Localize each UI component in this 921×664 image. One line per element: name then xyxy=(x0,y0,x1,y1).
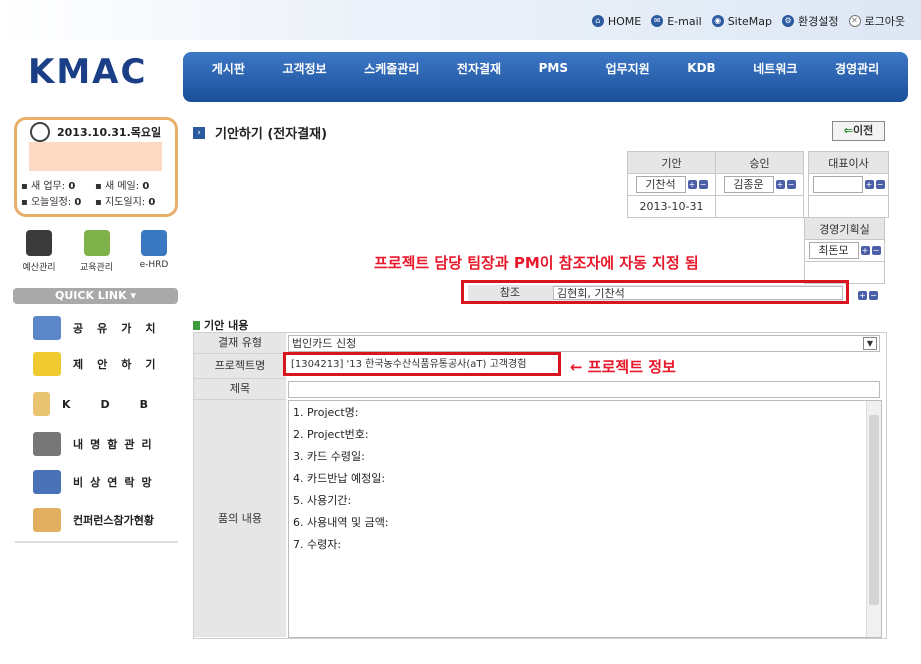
phone-icon xyxy=(33,470,61,494)
nav-support[interactable]: 업무지원 xyxy=(606,60,650,77)
page-title: 기안하기 (전자결재) xyxy=(215,127,328,142)
stat-guidance-log[interactable]: ▪ 지도일지: 0 xyxy=(95,193,155,208)
add-icon[interactable]: + xyxy=(858,290,867,300)
body-label: 품의 내용 xyxy=(194,400,286,637)
title-label: 제목 xyxy=(194,379,286,400)
reference-buttons: + − xyxy=(856,288,878,301)
logout-link[interactable]: ✕ 로그아웃 xyxy=(848,13,905,29)
add-icon[interactable]: + xyxy=(860,246,870,255)
notice-area xyxy=(29,142,162,171)
arrow-right-icon: › xyxy=(193,126,205,139)
menu-emergency-contact[interactable]: 비상연락망 xyxy=(15,464,178,500)
stat-today-schedule[interactable]: ▪ 오늘일정: 0 xyxy=(21,193,81,208)
stat-new-task[interactable]: ▪ 새 업무: 0 xyxy=(21,177,75,192)
menu-business-card[interactable]: 내명함관리 xyxy=(15,426,178,462)
add-icon[interactable]: + xyxy=(687,180,697,189)
conference-icon xyxy=(33,508,61,532)
page-header: › 기안하기 (전자결재) xyxy=(193,123,327,142)
quick-link-menu: 공유가치 제안하기 KDB 내명함관리 비상연락망 컨퍼런스참가현황 xyxy=(15,306,178,543)
title-input[interactable] xyxy=(288,381,880,398)
settings-icon: ⚙ xyxy=(782,15,795,27)
stat-new-mail[interactable]: ▪ 새 메일: 0 xyxy=(95,177,149,192)
add-icon[interactable]: + xyxy=(775,180,785,189)
remove-icon[interactable]: − xyxy=(786,180,796,189)
textarea-scrollbar[interactable] xyxy=(866,401,881,637)
sitemap-link[interactable]: ◉ SiteMap xyxy=(711,13,772,29)
nav-management[interactable]: 경영관리 xyxy=(835,60,879,77)
remove-icon[interactable]: − xyxy=(698,180,708,189)
nav-schedule[interactable]: 스케줄관리 xyxy=(364,60,419,77)
logout-icon: ✕ xyxy=(848,15,861,27)
ehrd-shortcut[interactable]: e-HRD xyxy=(129,230,179,273)
nav-kdb[interactable]: KDB xyxy=(687,61,715,75)
reference-highlight-box xyxy=(461,280,849,304)
header-drafter: 기안 xyxy=(627,151,716,174)
project-label: 프로젝트명 xyxy=(194,354,286,379)
scrollbar-thumb[interactable] xyxy=(869,415,879,605)
current-date: 2013.10.31.목요일 xyxy=(57,126,162,139)
education-icon xyxy=(83,230,110,256)
date-summary-box: 2013.10.31.목요일 ▪ 새 업무: 0 ▪ 새 메일: 0 ▪ 오늘일… xyxy=(14,117,178,217)
share-icon xyxy=(33,316,61,340)
home-link[interactable]: ⌂ HOME xyxy=(591,13,641,29)
nav-approval[interactable]: 전자결재 xyxy=(457,60,501,77)
drafter-cell: 기찬석 + − xyxy=(627,173,716,196)
sitemap-icon: ◉ xyxy=(711,15,724,27)
ceo-cell: + − xyxy=(808,173,889,196)
menu-kdb[interactable]: KDB xyxy=(15,386,178,422)
folder-icon xyxy=(33,392,50,416)
mail-icon: ✉ xyxy=(651,15,664,27)
remove-icon[interactable]: − xyxy=(871,246,881,255)
project-highlight-box xyxy=(283,352,561,376)
menu-conference[interactable]: 컨퍼런스참가현황 xyxy=(15,502,178,538)
menu-shared-value[interactable]: 공유가치 xyxy=(15,310,178,346)
back-arrow-icon: ⇐ xyxy=(843,124,853,137)
remove-icon[interactable]: − xyxy=(875,180,885,189)
top-links: ⌂ HOME ✉ E-mail ◉ SiteMap ⚙ 환경설정 ✕ 로그아웃 xyxy=(591,13,905,29)
quick-icons: 예산관리 교육관리 e-HRD xyxy=(14,230,179,273)
budget-icon xyxy=(26,230,52,256)
header-planning: 경영기획실 xyxy=(804,217,885,240)
header-approver: 승인 xyxy=(715,151,804,174)
planning-cell: 최돈모 + − xyxy=(804,239,885,262)
clock-icon xyxy=(30,122,50,142)
draft-date: 2013-10-31 xyxy=(627,195,716,218)
remove-icon[interactable]: − xyxy=(869,290,878,300)
approval-table: 기안 승인 대표이사 기찬석 + − 김종운 + − + − 2013-10-31 xyxy=(627,151,889,218)
email-link[interactable]: ✉ E-mail xyxy=(651,13,702,29)
body-textarea[interactable]: 1. Project명: 2. Project번호: 3. 카드 수령일: 4.… xyxy=(288,400,882,638)
budget-shortcut[interactable]: 예산관리 xyxy=(14,230,64,273)
planning-table: 경영기획실 최돈모 + − xyxy=(804,217,885,284)
idea-bulb-icon xyxy=(33,352,61,376)
project-annotation: ← 프로젝트 정보 xyxy=(570,358,676,376)
approver-cell: 김종운 + − xyxy=(715,173,804,196)
menu-suggestion[interactable]: 제안하기 xyxy=(15,346,178,382)
nav-board[interactable]: 게시판 xyxy=(212,60,245,77)
education-shortcut[interactable]: 교육관리 xyxy=(72,230,122,273)
bullet-icon xyxy=(193,320,200,330)
kmac-logo[interactable]: KMAC xyxy=(28,52,147,92)
home-icon: ⌂ xyxy=(591,15,604,27)
section-title: 기안 내용 xyxy=(193,317,248,333)
header-ceo: 대표이사 xyxy=(808,151,889,174)
add-icon[interactable]: + xyxy=(864,180,874,189)
quick-link-header[interactable]: QUICK LINK ▾ xyxy=(13,288,178,304)
type-label: 결재 유형 xyxy=(194,333,286,354)
draft-form: 결재 유형 법인카드 신청 ▼ 프로젝트명 [1304213] '13 한국농수… xyxy=(193,332,887,639)
nav-network[interactable]: 네트워크 xyxy=(753,60,797,77)
reference-annotation: 프로젝트 담당 팀장과 PM이 참조자에 자동 지정 됨 xyxy=(374,254,699,272)
books-icon xyxy=(141,230,167,256)
nav-pms[interactable]: PMS xyxy=(539,61,568,75)
settings-link[interactable]: ⚙ 환경설정 xyxy=(782,13,839,29)
previous-button[interactable]: ⇐이전 xyxy=(832,121,885,141)
main-nav: 게시판 고객정보 스케줄관리 전자결재 PMS 업무지원 KDB 네트워크 경영… xyxy=(183,52,908,102)
chevron-down-icon: ▼ xyxy=(863,337,877,350)
business-card-icon xyxy=(33,432,61,456)
nav-customer[interactable]: 고객정보 xyxy=(282,60,326,77)
type-select[interactable]: 법인카드 신청 ▼ xyxy=(288,335,880,352)
